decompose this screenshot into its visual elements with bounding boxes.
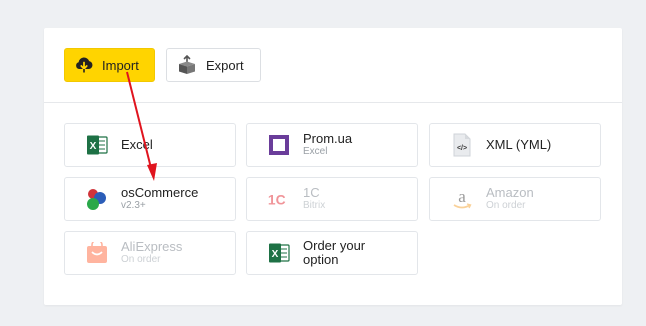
source-card-excel[interactable]: X Excel — [64, 123, 236, 167]
source-card-title: Order your option — [303, 238, 366, 267]
excel-icon: X — [85, 133, 109, 157]
source-card-title: Amazon — [486, 185, 534, 200]
source-card-subtitle: Excel — [303, 146, 328, 157]
xml-file-icon: </> — [450, 133, 474, 157]
export-button[interactable]: Export — [166, 48, 261, 82]
box-upload-icon — [177, 55, 197, 75]
aliexpress-icon — [85, 241, 109, 265]
source-card-order-your-option[interactable]: X Order your option — [246, 231, 418, 275]
svg-text:X: X — [90, 141, 97, 152]
source-card-title: XML (YML) — [486, 137, 552, 152]
excel-icon: X — [267, 241, 291, 265]
source-card-oscommerce[interactable]: osCommerce v2.3+ — [64, 177, 236, 221]
cloud-download-icon — [74, 55, 94, 75]
source-card-subtitle: v2.3+ — [121, 200, 146, 211]
toolbar: Import Export — [44, 28, 622, 103]
svg-text:a: a — [458, 187, 466, 206]
source-card-title: Prom.ua — [303, 131, 353, 146]
svg-text:</>: </> — [457, 145, 467, 152]
source-card-1c: 1C 1C Bitrix — [246, 177, 418, 221]
oscommerce-icon — [85, 187, 109, 211]
source-card-title: osCommerce — [121, 185, 199, 200]
import-button[interactable]: Import — [64, 48, 155, 82]
amazon-icon: a — [450, 187, 474, 211]
source-card-title: AliExpress — [121, 239, 183, 254]
source-card-subtitle: On order — [486, 200, 526, 211]
import-button-label: Import — [102, 57, 139, 73]
source-card-xml[interactable]: </> XML (YML) — [429, 123, 601, 167]
source-card-title: 1C — [303, 185, 320, 200]
export-button-label: Export — [206, 57, 244, 73]
source-card-amazon: a Amazon On order — [429, 177, 601, 221]
import-export-panel: Import Export X Excel Prom.ua Excel </> … — [44, 28, 622, 305]
svg-text:X: X — [272, 249, 279, 260]
source-card-prom[interactable]: Prom.ua Excel — [246, 123, 418, 167]
svg-text:1C: 1C — [268, 192, 286, 208]
source-card-aliexpress: AliExpress On order — [64, 231, 236, 275]
source-card-subtitle: Bitrix — [303, 200, 326, 211]
source-card-title: Excel — [121, 137, 153, 152]
source-card-subtitle: On order — [121, 254, 161, 265]
prom-icon — [267, 133, 291, 157]
1c-icon: 1C — [267, 187, 291, 211]
